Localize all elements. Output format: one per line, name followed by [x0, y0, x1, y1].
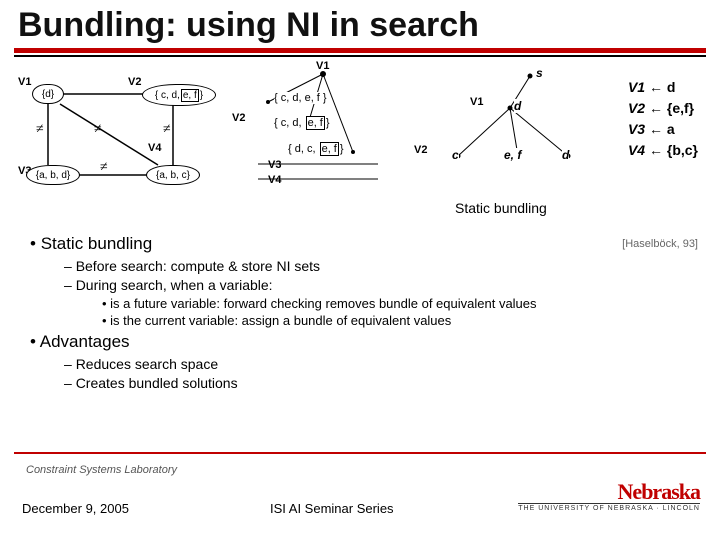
bullet-l1: Static bundling — [30, 234, 700, 254]
bullet-l3: is the current variable: assign a bundle… — [102, 313, 700, 328]
assign-row: V1 ← d — [628, 78, 698, 99]
assign-row: V3 ← a — [628, 120, 698, 141]
logo-name: Nebraska — [518, 479, 700, 505]
bullet-l1: Advantages — [30, 332, 700, 352]
bullet-l2: Before search: compute & store NI sets — [64, 258, 700, 274]
v2-domain-prefix: { c, d, — [155, 90, 180, 101]
v2-domain-boxed: e, f — [181, 89, 199, 102]
neq-icon — [94, 122, 102, 138]
tree-node-1: { c, d, e, f } — [274, 92, 327, 104]
neq-icon — [100, 160, 108, 176]
assign-val: {e,f} — [663, 100, 694, 116]
tree-node-2-suffix: } — [326, 117, 330, 129]
v4-domain: {a, b, c} — [146, 165, 200, 185]
assign-val: a — [663, 121, 675, 137]
search-tree: V1 V2 V3 V4 { c, d, e, f } { c, d, e, f}… — [238, 64, 408, 204]
tree-v2-label: V2 — [232, 112, 245, 124]
footer-date: December 9, 2005 — [22, 501, 129, 516]
assign-var: V2 — [628, 100, 645, 116]
bundling-tree: s V1 d V2 c e, f d — [410, 66, 600, 206]
assign-var: V1 — [628, 79, 645, 95]
bundling-tree-edges — [410, 66, 600, 206]
bullet-l3: is a future variable: forward checking r… — [102, 296, 700, 311]
tree-node-3-suffix: } — [340, 143, 344, 155]
assign-var: V3 — [628, 121, 645, 137]
dyn-v1-label: V1 — [470, 96, 483, 108]
tree-node-2: { c, d, e, f} — [274, 116, 330, 130]
footer-separator — [14, 452, 706, 454]
dyn-root: s — [536, 66, 543, 80]
neq-icon — [163, 122, 171, 138]
bullet-l2: Creates bundled solutions — [64, 375, 700, 391]
dyn-node-dleaf: d — [562, 148, 569, 162]
dyn-node-c: c — [452, 148, 459, 162]
static-bundling-caption: Static bundling — [455, 200, 547, 216]
tree-root-label: V1 — [316, 60, 329, 72]
v2-domain: { c, d, e, f } — [142, 84, 216, 106]
assign-val: {b,c} — [663, 142, 698, 158]
v4-label: V4 — [148, 142, 161, 154]
bullet-l2: During search, when a variable: — [64, 277, 700, 293]
university-logo: Nebraska THE UNIVERSITY OF NEBRASKA · LI… — [518, 479, 700, 512]
tree-v4-label: V4 — [268, 174, 281, 186]
constraint-graph: V1 {d} V2 { c, d, e, f } V3 {a, b, d} V4… — [18, 70, 228, 210]
assign-val: d — [663, 79, 675, 95]
v1-label: V1 — [18, 76, 31, 88]
logo-subtitle: THE UNIVERSITY OF NEBRASKA · LINCOLN — [518, 503, 700, 512]
tree-node-2-prefix: { c, d, — [274, 117, 305, 129]
neq-icon — [36, 122, 44, 138]
assign-row: V4 ← {b,c} — [628, 141, 698, 162]
tree-node-2-box: e, f — [306, 116, 325, 130]
assign-row: V2 ← {e,f} — [628, 99, 698, 120]
tree-v3-label: V3 — [268, 159, 281, 171]
footer-lab: Constraint Systems Laboratory — [26, 464, 177, 476]
v1-domain: {d} — [32, 84, 64, 104]
tree-node-3: { d, c, e, f} — [288, 142, 344, 156]
search-tree-edges — [238, 64, 408, 204]
v2-domain-suffix: } — [200, 90, 203, 101]
assignment-list: V1 ← d V2 ← {e,f} V3 ← a V4 ← {b,c} — [628, 78, 698, 162]
v3-domain: {a, b, d} — [26, 165, 80, 185]
tree-node-3-box: e, f — [320, 142, 339, 156]
assign-var: V4 — [628, 142, 645, 158]
body-content: Static bundling Before search: compute &… — [30, 230, 700, 394]
dyn-node-d: d — [514, 99, 521, 113]
dyn-node-ef: e, f — [504, 148, 521, 162]
bullet-l2: Reduces search space — [64, 356, 700, 372]
tree-node-3-prefix: { d, c, — [288, 143, 319, 155]
footer-series: ISI AI Seminar Series — [270, 501, 394, 516]
dyn-v2-label: V2 — [414, 144, 427, 156]
v2-label: V2 — [128, 76, 141, 88]
